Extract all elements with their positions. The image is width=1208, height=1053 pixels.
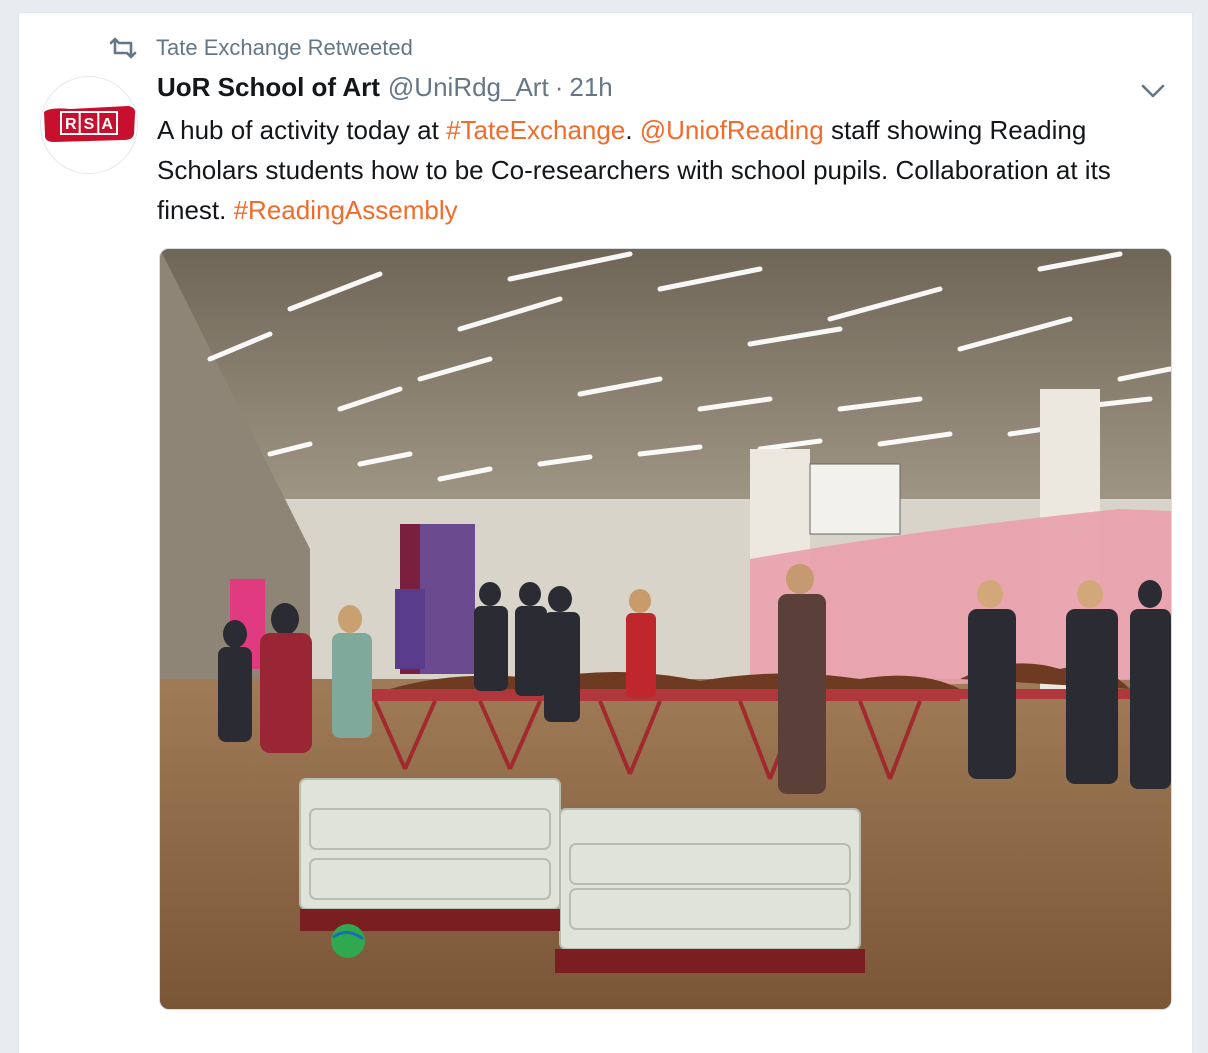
author-handle[interactable]: @UniRdg_Art bbox=[388, 72, 549, 103]
tweet-text: A hub of activity today at #TateExchange… bbox=[157, 110, 1177, 230]
avatar[interactable]: R S A bbox=[40, 76, 138, 174]
top-background-strip bbox=[0, 0, 1208, 12]
tweet-timestamp[interactable]: 21h bbox=[569, 72, 612, 103]
tweet-header: UoR School of Art @UniRdg_Art · 21h bbox=[157, 72, 613, 108]
retweet-label[interactable]: Tate Exchange Retweeted bbox=[156, 35, 413, 61]
tweet-photo[interactable] bbox=[159, 248, 1172, 1010]
hashtag-tateexchange[interactable]: #TateExchange bbox=[446, 115, 625, 145]
svg-text:S: S bbox=[84, 116, 95, 133]
separator-dot: · bbox=[554, 72, 564, 102]
tweet-text-part-2: . bbox=[625, 115, 640, 145]
tweet-text-part-1: A hub of activity today at bbox=[157, 115, 447, 145]
author-name[interactable]: UoR School of Art bbox=[157, 72, 380, 103]
hashtag-readingassembly[interactable]: #ReadingAssembly bbox=[234, 195, 458, 225]
retweet-icon bbox=[109, 37, 137, 59]
rsa-logo: R S A bbox=[44, 106, 136, 142]
gallery-photo-illustration bbox=[160, 249, 1171, 1009]
retweet-context[interactable]: Tate Exchange Retweeted bbox=[108, 33, 413, 63]
mention-uniofreading[interactable]: @UniofReading bbox=[640, 115, 824, 145]
tweet-menu-button[interactable] bbox=[1138, 78, 1168, 104]
svg-text:R: R bbox=[65, 116, 77, 133]
chevron-down-icon bbox=[1141, 84, 1165, 98]
svg-text:A: A bbox=[101, 116, 113, 133]
